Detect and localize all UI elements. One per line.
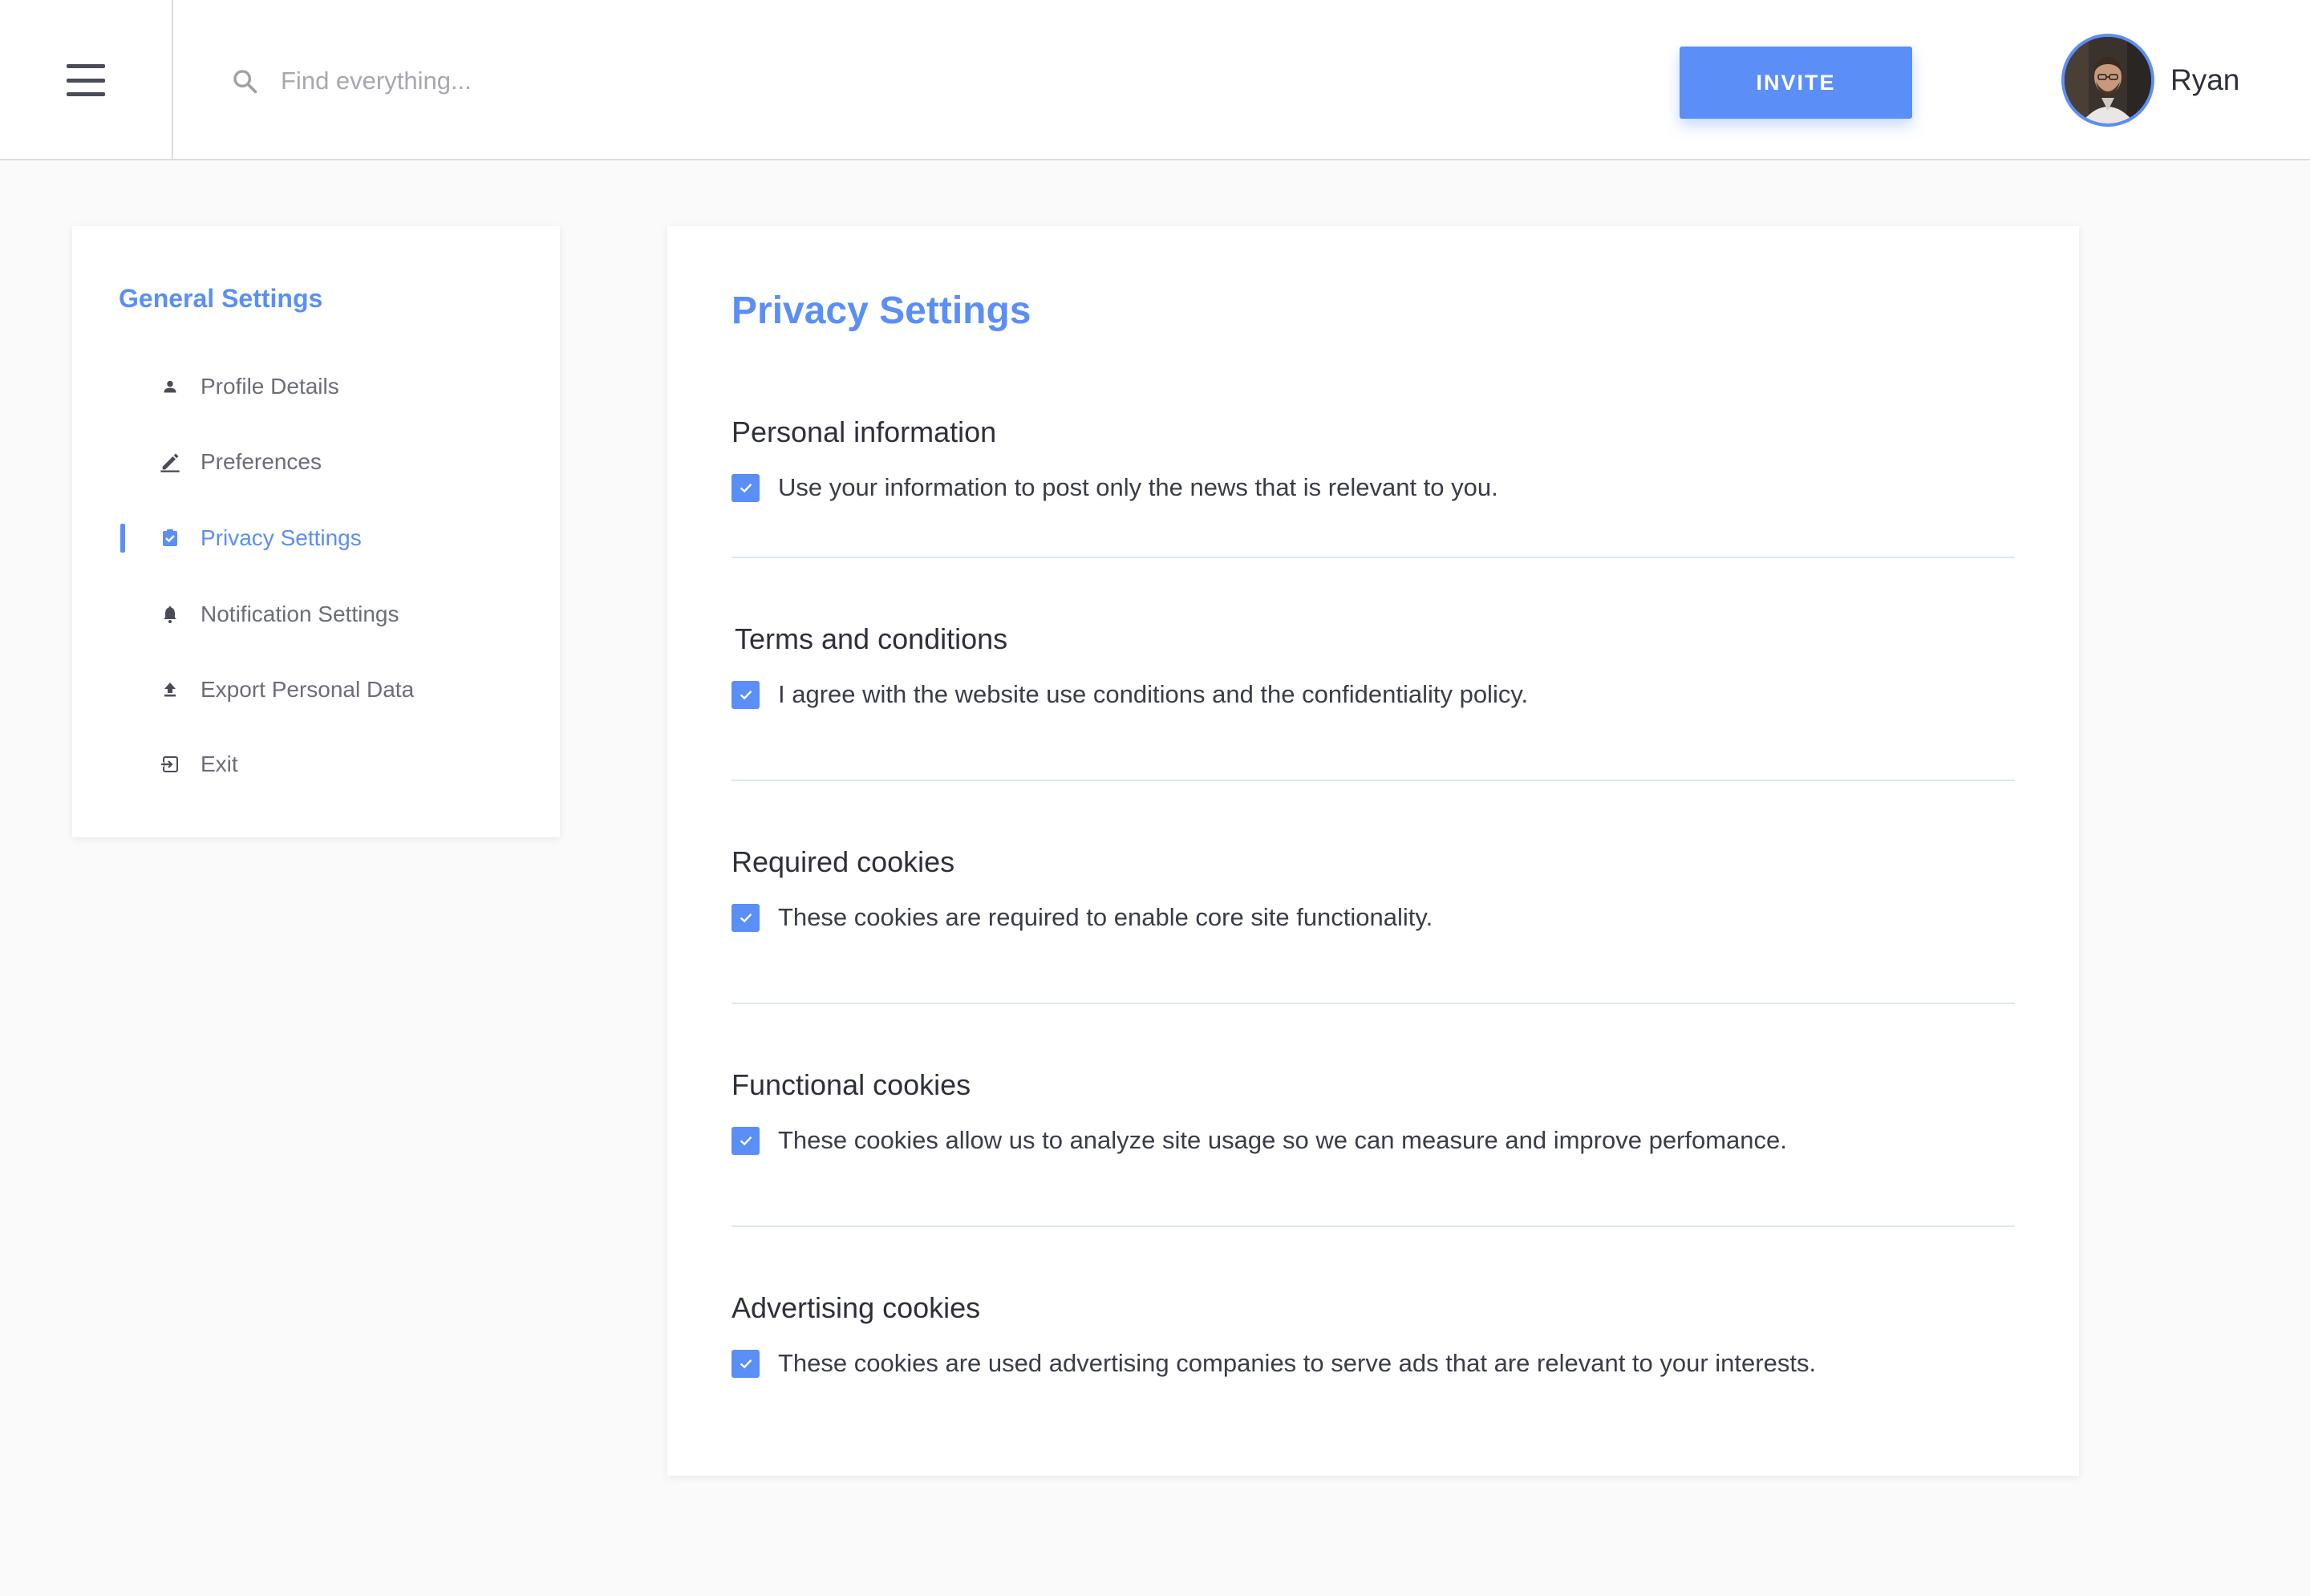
sidebar-item-notification-settings[interactable]: Notification Settings: [72, 590, 560, 638]
avatar: [2061, 34, 2154, 127]
sidebar-item-label: Privacy Settings: [201, 525, 362, 550]
sidebar-item-label: Preferences: [201, 449, 322, 474]
sidebar-item-preferences[interactable]: Preferences: [72, 438, 560, 486]
section-personal-information: Personal information Use your informatio…: [732, 412, 2015, 504]
sidebar-item-privacy-settings[interactable]: Privacy Settings: [72, 514, 560, 562]
search-icon: [233, 70, 257, 94]
checkbox-row: I agree with the website use conditions …: [732, 679, 2015, 711]
top-header: INVITE Ryan: [0, 0, 2310, 160]
hamburger-icon: [67, 64, 105, 96]
checkbox-row: These cookies are required to enable cor…: [732, 901, 2015, 934]
search-input[interactable]: [281, 67, 938, 95]
checkbox-label: These cookies are required to enable cor…: [778, 903, 1433, 931]
section-required-cookies: Required cookies These cookies are requi…: [732, 842, 2015, 934]
pencil-icon: [159, 451, 181, 473]
checkbox-label: Use your information to post only the ne…: [778, 473, 1498, 501]
checkbox-row: These cookies are used advertising compa…: [732, 1347, 2015, 1379]
checkmark-icon: [740, 1359, 752, 1369]
sidebar-item-label: Profile Details: [201, 374, 339, 399]
checkmark-icon: [740, 913, 752, 923]
checkbox-label: I agree with the website use conditions …: [778, 680, 1529, 708]
section-heading: Functional cookies: [732, 1068, 971, 1101]
checkbox-label: These cookies are used advertising compa…: [778, 1349, 1817, 1377]
sidebar-item-exit[interactable]: Exit: [72, 740, 560, 788]
checkmark-icon: [740, 1136, 752, 1146]
active-indicator: [120, 524, 125, 553]
section-heading: Advertising cookies: [732, 1291, 981, 1324]
privacy-settings-panel: Privacy Settings Personal information Us…: [667, 226, 2079, 1476]
section-heading: Personal information: [732, 415, 997, 448]
advertising-cookies-checkbox[interactable]: [732, 1349, 760, 1378]
person-icon: [159, 375, 181, 398]
divider: [732, 1225, 2015, 1227]
sidebar-item-label: Notification Settings: [201, 602, 399, 626]
section-terms-and-conditions: Terms and conditions I agree with the we…: [732, 619, 2015, 711]
checkbox-row: Use your information to post only the ne…: [732, 472, 2015, 504]
sidebar-title: General Settings: [119, 284, 323, 313]
user-name: Ryan: [2170, 63, 2240, 96]
sidebar-item-export-personal-data[interactable]: Export Personal Data: [72, 666, 560, 714]
section-heading: Required cookies: [732, 845, 955, 878]
settings-sidebar: General Settings Profile Details Prefere…: [72, 226, 560, 837]
divider: [732, 1003, 2015, 1004]
invite-button[interactable]: INVITE: [1680, 47, 1912, 119]
bell-icon: [159, 603, 181, 626]
sidebar-item-label: Export Personal Data: [201, 677, 415, 702]
required-cookies-checkbox[interactable]: [732, 903, 760, 932]
shield-check-icon: [159, 527, 181, 549]
personal-information-checkbox[interactable]: [732, 473, 760, 502]
functional-cookies-checkbox[interactable]: [732, 1126, 760, 1155]
checkmark-icon: [740, 691, 752, 700]
divider: [732, 557, 2015, 558]
sidebar-item-profile-details[interactable]: Profile Details: [72, 363, 560, 411]
checkbox-row: These cookies allow us to analyze site u…: [732, 1124, 2015, 1156]
section-advertising-cookies: Advertising cookies These cookies are us…: [732, 1288, 2015, 1379]
terms-and-conditions-checkbox[interactable]: [732, 680, 760, 709]
user-menu[interactable]: Ryan: [2061, 34, 2239, 127]
upload-icon: [159, 679, 181, 701]
sidebar-item-label: Exit: [201, 751, 238, 776]
section-functional-cookies: Functional cookies These cookies allow u…: [732, 1065, 2015, 1156]
page-title: Privacy Settings: [732, 290, 1031, 332]
divider: [732, 780, 2015, 781]
hamburger-menu-button[interactable]: [0, 0, 173, 160]
exit-icon: [159, 753, 181, 776]
avatar-portrait: [2065, 37, 2151, 124]
checkbox-label: These cookies allow us to analyze site u…: [778, 1126, 1787, 1154]
search-bar: [231, 56, 953, 106]
checkmark-icon: [740, 484, 752, 493]
section-heading: Terms and conditions: [735, 622, 1008, 655]
